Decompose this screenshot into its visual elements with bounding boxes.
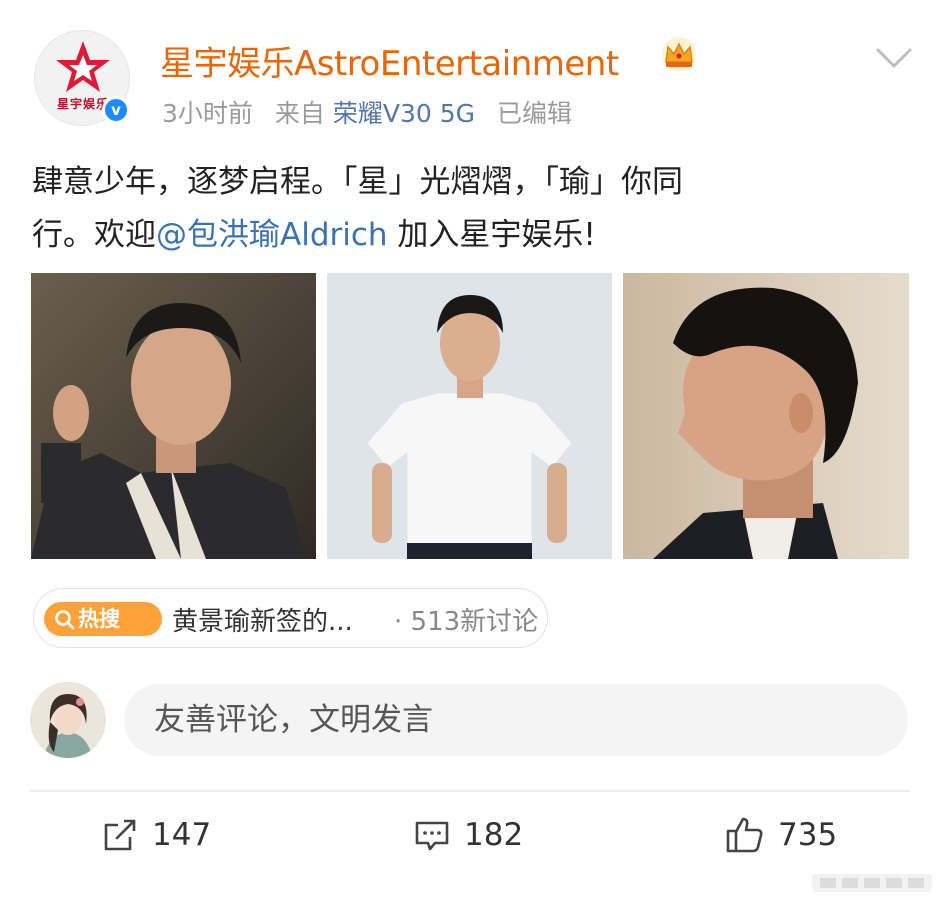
hot-search-title: 黄景瑜新签的... [172, 607, 353, 637]
post-source-prefix: 来自 [274, 99, 325, 128]
author-name[interactable]: 星宇娱乐AstroEntertainment [160, 36, 619, 85]
post-header: 星宇娱乐 v 星宇娱乐AstroEntertainment 3小时前 来自 荣耀V… [0, 0, 940, 140]
post-text-prefix: 行。欢迎 [32, 217, 156, 253]
post-edited[interactable]: 已编辑 [497, 99, 572, 128]
search-icon [55, 610, 75, 630]
action-bar: 147 182 735 [0, 800, 940, 870]
post-device[interactable]: 荣耀V30 5G [333, 99, 475, 128]
hot-search-discussion: · 513新讨论 [394, 601, 538, 638]
post-body: 肆意少年，逐梦启程。「星」光熠熠，「瑜」你同 行。欢迎@包洪瑜Aldrich 加… [32, 156, 892, 262]
mention-link[interactable]: @包洪瑜Aldrich [156, 217, 388, 253]
photo-portrait-dark-suit-icon [31, 273, 316, 559]
post-text-suffix: 加入星宇娱乐! [387, 217, 596, 253]
star-logo-icon [56, 41, 110, 92]
like-count: 735 [778, 817, 838, 853]
hot-search-badge: 热搜 [44, 602, 162, 636]
post-image-3[interactable] [623, 273, 909, 559]
photo-white-tshirt-icon [327, 273, 612, 559]
hot-search-chip[interactable]: 热搜 黄景瑜新签的... · 513新讨论 [33, 588, 548, 648]
comment-count: 182 [464, 817, 524, 853]
crown-icon[interactable] [660, 36, 698, 72]
thumbs-up-icon [726, 817, 763, 853]
post-text-line-1: 肆意少年，逐梦启程。「星」光熠熠，「瑜」你同 [32, 164, 683, 200]
hot-search-badge-label: 热搜 [78, 607, 120, 631]
comment-icon [415, 821, 449, 851]
like-button[interactable]: 735 [724, 812, 837, 858]
author-avatar[interactable]: 星宇娱乐 v [34, 30, 132, 128]
comment-input[interactable]: 友善评论，文明发言 [124, 684, 908, 756]
comment-button[interactable]: 182 [412, 812, 523, 858]
repost-icon [104, 819, 136, 851]
post-image-2[interactable] [327, 273, 612, 559]
post-meta: 3小时前 来自 荣耀V30 5G 已编辑 [162, 94, 586, 130]
post-time: 3小时前 [162, 99, 253, 128]
hot-search-separator: · [394, 607, 403, 637]
post-image-grid [31, 273, 909, 559]
comment-row: 友善评论，文明发言 [0, 680, 940, 764]
hot-search-count: 513新讨论 [410, 607, 539, 637]
repost-count: 147 [152, 817, 212, 853]
post-image-1[interactable] [31, 273, 316, 559]
watermark-icon [812, 874, 932, 892]
post-text-line-2: 行。欢迎@包洪瑜Aldrich 加入星宇娱乐! [32, 209, 892, 262]
user-avatar-illustration-icon [30, 682, 106, 758]
user-avatar[interactable] [30, 682, 106, 758]
divider [30, 790, 910, 792]
photo-profile-side-icon [623, 273, 909, 559]
repost-button[interactable]: 147 [100, 812, 211, 858]
verified-badge-icon: v [102, 96, 130, 124]
chevron-down-icon[interactable] [872, 44, 916, 72]
